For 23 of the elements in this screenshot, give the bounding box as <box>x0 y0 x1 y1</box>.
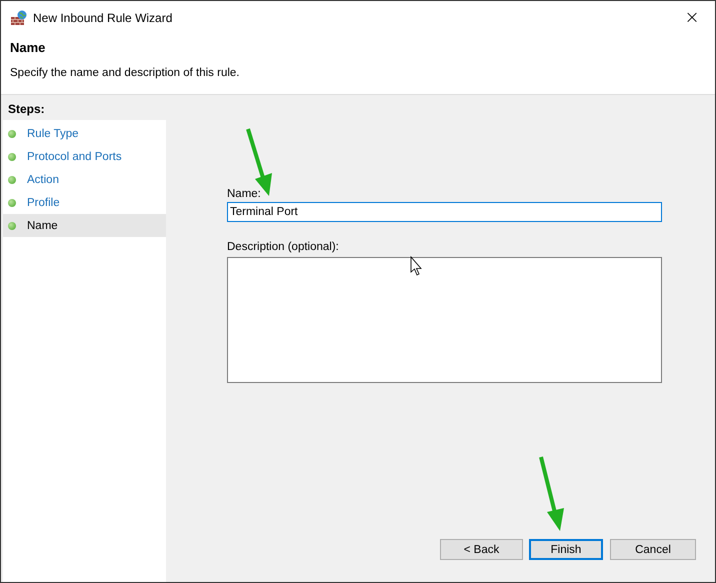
status-dot-icon <box>8 198 16 206</box>
steps-heading: Steps: <box>3 98 166 120</box>
step-item[interactable]: Name <box>3 214 166 237</box>
step-item[interactable]: Rule Type <box>3 122 166 145</box>
name-field[interactable]: Terminal Port <box>227 202 662 222</box>
wizard-button[interactable]: < Back <box>440 539 523 560</box>
brick-wall-globe-icon <box>11 10 27 26</box>
status-dot-icon <box>8 222 16 230</box>
wizard-button[interactable]: Finish <box>529 539 603 560</box>
description-field[interactable] <box>227 257 662 383</box>
mouse-cursor-icon <box>410 256 422 276</box>
status-dot-icon <box>8 152 16 160</box>
step-item[interactable]: Action <box>3 168 166 191</box>
field-label: Name: <box>227 188 262 202</box>
window-title: New Inbound Rule Wizard <box>33 10 172 24</box>
field-label: Description (optional): <box>227 241 340 255</box>
step-item[interactable]: Protocol and Ports <box>3 145 166 168</box>
step-item[interactable]: Profile <box>3 191 166 214</box>
status-dot-icon <box>8 176 16 184</box>
wizard-button[interactable]: Cancel <box>610 539 696 560</box>
status-dot-icon <box>8 130 16 138</box>
page-subtitle: Specify the name and description of this rule. <box>10 66 240 79</box>
page-title: Name <box>10 39 46 55</box>
